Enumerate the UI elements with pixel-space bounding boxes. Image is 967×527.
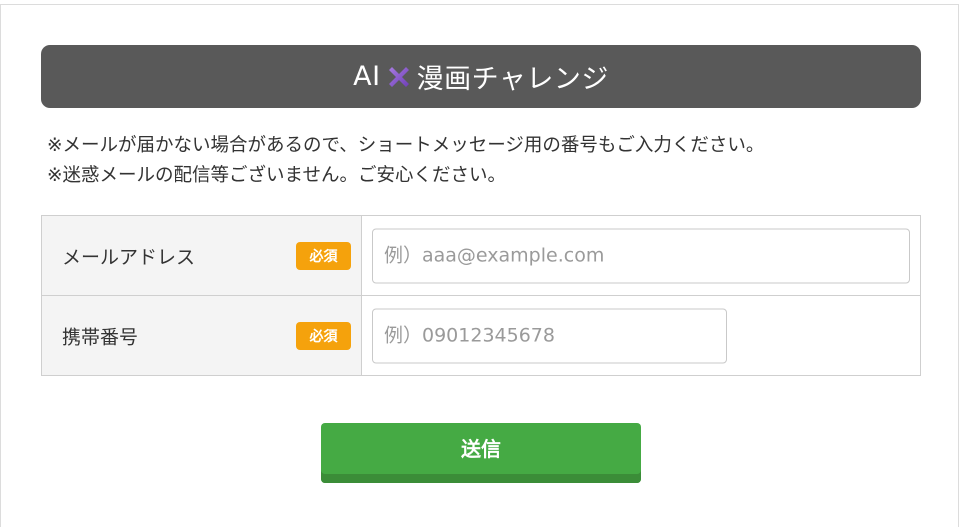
notice-line: ※迷惑メールの配信等ございません。ご安心ください。 — [47, 165, 506, 186]
page-title-bar: AI 漫画チャレンジ — [41, 45, 921, 108]
phone-input-cell — [361, 295, 921, 376]
required-badge: 必須 — [296, 241, 351, 270]
notice-line: ※メールが届かない場合があるので、ショートメッセージ用の番号もご入力ください。 — [47, 135, 765, 156]
contact-form-table: メールアドレス 必須 携帯番号 必須 — [41, 215, 921, 376]
cross-mark-icon — [388, 66, 409, 87]
page-title-suffix: 漫画チャレンジ — [416, 64, 609, 95]
email-input-cell — [361, 215, 921, 296]
submit-button[interactable]: 送信 — [321, 423, 641, 483]
phone-label-cell: 携帯番号 必須 — [41, 295, 362, 376]
email-label: メールアドレス — [62, 246, 196, 268]
email-label-cell: メールアドレス 必須 — [41, 215, 362, 296]
phone-field[interactable] — [372, 308, 727, 363]
email-field[interactable] — [372, 228, 910, 283]
phone-label: 携帯番号 — [62, 326, 139, 348]
required-badge: 必須 — [296, 321, 351, 350]
form-row-phone: 携帯番号 必須 — [41, 295, 921, 376]
notice-text: ※メールが届かない場合があるので、ショートメッセージ用の番号もご入力ください。 … — [47, 131, 764, 191]
form-row-email: メールアドレス 必須 — [41, 215, 921, 296]
page-title-prefix: AI — [353, 61, 381, 92]
